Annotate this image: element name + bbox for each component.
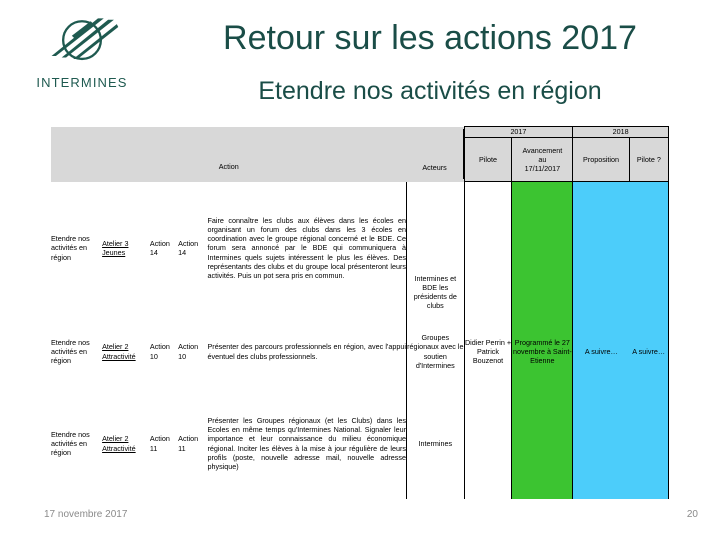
cell-proposition xyxy=(572,181,630,315)
atelier-line-1: Atelier 2 xyxy=(102,434,129,444)
cell-atelier: Atelier 2 Attractivité xyxy=(102,389,150,499)
column-header-avancement: Avancement au 17/11/2017 xyxy=(511,137,574,182)
cell-action-number: Action 14 xyxy=(178,182,207,315)
slide-subtitle: Etendre nos activités en région xyxy=(258,77,602,105)
cell-action-label: Action 10 xyxy=(150,315,178,389)
cell-proposition xyxy=(572,388,630,499)
cell-theme: Etendre nos activités en région xyxy=(51,234,90,262)
cell-pilote-question: A suivre… xyxy=(629,314,670,389)
cell-avancement: Programmé le 27 novembre à Saint-Etienne xyxy=(511,314,574,389)
action-number-line-1: Action xyxy=(178,342,199,352)
action-number-line-1: Action xyxy=(178,238,199,248)
cell-atelier: Atelier 2 Attractivité xyxy=(102,315,150,389)
column-header-pilote-question: Pilote ? xyxy=(628,137,670,182)
cell-atelier: Atelier 3 Jeunes xyxy=(102,182,150,315)
cell-acteurs: Intermines xyxy=(405,388,465,499)
footer-date: 17 novembre 2017 xyxy=(44,509,128,520)
table-row[interactable]: Etendre nos activités en région Atelier … xyxy=(51,181,670,315)
cell-avancement xyxy=(511,388,574,499)
action-label-line-1: Action xyxy=(149,238,170,248)
cell-action-number: Action 11 xyxy=(178,389,207,499)
cell-pilote xyxy=(464,388,513,499)
brand-logo: INTERMINES xyxy=(22,14,142,90)
cell-theme: Etendre nos activités en région xyxy=(51,429,90,458)
column-header-pilote: Pilote xyxy=(463,137,513,182)
cell-pilote xyxy=(464,181,513,315)
action-number-line-2: 14 xyxy=(178,248,187,257)
action-label-line-2: 10 xyxy=(149,351,158,361)
atelier-line-1: Atelier 2 xyxy=(102,342,129,352)
avancement-line-3: 17/11/2017 xyxy=(524,164,561,174)
atelier-line-1: Atelier 3 xyxy=(102,238,129,248)
action-number-line-2: 11 xyxy=(178,443,186,453)
cell-theme: Etendre nos activités en région xyxy=(51,337,90,366)
header-action-area: Action xyxy=(51,126,407,182)
cell-action-label: Action 11 xyxy=(150,389,178,499)
table-row[interactable]: Etendre nos activités en région Atelier … xyxy=(51,314,670,389)
action-number-line-1: Action xyxy=(178,434,199,444)
cell-avancement xyxy=(511,181,574,315)
avancement-line-1: Avancement xyxy=(522,145,563,155)
avancement-line-2: au xyxy=(538,154,547,164)
actions-table-container: Action Acteurs 2017 2018 Pilote Avanceme… xyxy=(51,126,670,499)
slide-title: Retour sur les actions 2017 xyxy=(223,19,637,57)
cell-action-text: Présenter des parcours professionnels en… xyxy=(207,342,406,361)
action-label-line-1: Action xyxy=(149,434,170,444)
cell-pilote-question xyxy=(629,388,670,499)
cell-action-label: Action 14 xyxy=(150,182,178,315)
column-group-header-2017: 2017 xyxy=(463,126,574,138)
action-label-line-2: 14 xyxy=(149,248,158,257)
header-acteurs-area: Acteurs xyxy=(406,126,465,182)
atelier-line-2: Attractivité xyxy=(102,351,136,361)
brand-logo-text: INTERMINES xyxy=(36,75,128,90)
cell-acteurs: Groupes régionaux avec le soutien d'Inte… xyxy=(405,314,465,389)
column-header-acteurs: Acteurs xyxy=(406,129,464,179)
cell-action-text: Faire connaître les clubs aux élèves dan… xyxy=(207,215,406,281)
intermines-logo-icon xyxy=(51,18,119,61)
cell-proposition: A suivre… xyxy=(572,314,630,389)
cell-action-number: Action 10 xyxy=(178,315,207,389)
cell-action-text: Présenter les Groupes régionaux (et les … xyxy=(207,415,406,471)
atelier-line-2: Attractivité xyxy=(102,443,136,453)
atelier-line-2: Jeunes xyxy=(102,248,126,257)
table-row[interactable]: Etendre nos activités en région Atelier … xyxy=(51,388,670,499)
action-number-line-2: 10 xyxy=(178,351,187,361)
action-label-line-1: Action xyxy=(149,342,170,352)
action-label-line-2: 11 xyxy=(149,443,158,453)
cell-acteurs: Intermines et BDE les présidents de club… xyxy=(405,181,465,315)
column-header-action: Action xyxy=(51,136,407,172)
column-group-header-2018: 2018 xyxy=(572,126,669,138)
table-group-header-row: Action Acteurs 2017 2018 xyxy=(51,126,669,182)
actions-table: Action Acteurs 2017 2018 Pilote Avanceme… xyxy=(51,126,670,499)
footer-page-number: 20 xyxy=(686,509,698,520)
cell-pilote-question xyxy=(629,181,670,315)
cell-pilote: Didier Perrin + Patrick Bouzenot xyxy=(464,314,513,389)
column-header-proposition: Proposition xyxy=(572,137,630,182)
